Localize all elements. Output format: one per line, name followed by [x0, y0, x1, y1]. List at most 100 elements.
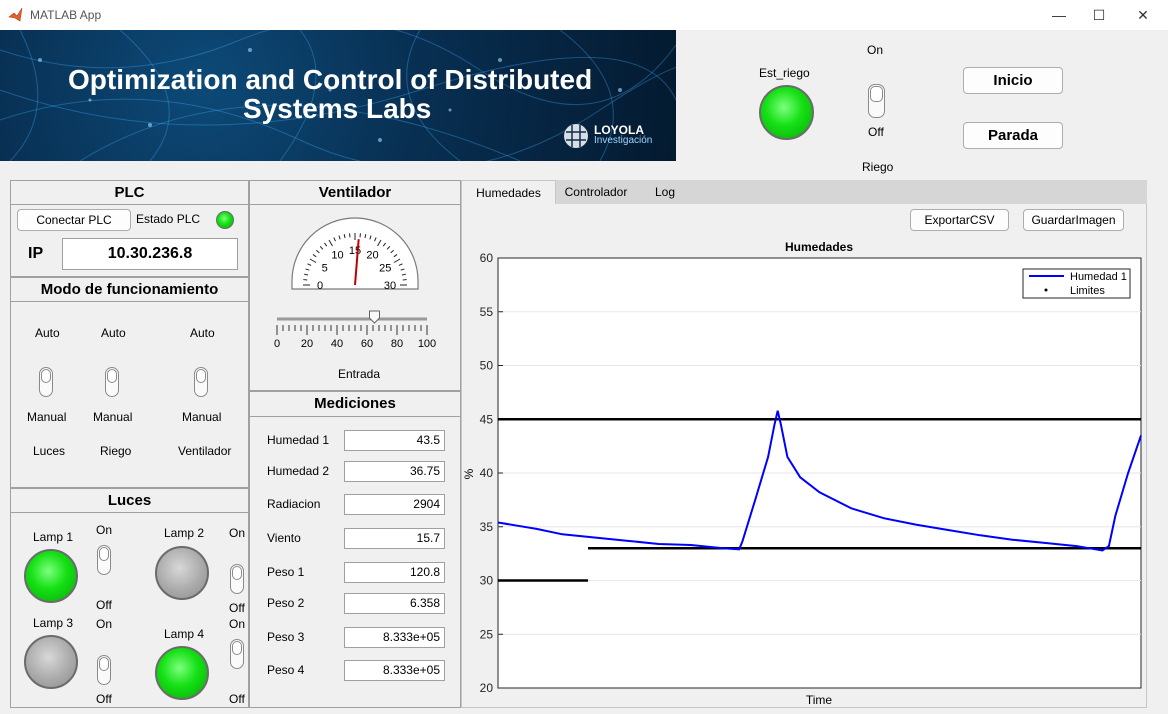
medicion-value-field[interactable]: 8.333e+05 [344, 627, 445, 648]
lamp1-off-label: Off [96, 598, 112, 612]
mediciones-panel-title: Mediciones [250, 392, 460, 417]
medicion-label: Peso 4 [267, 663, 305, 677]
gauge-tick-label: 20 [366, 250, 378, 262]
est-riego-lamp [759, 85, 814, 140]
luces-mode-manual-label: Manual [27, 410, 67, 424]
luces-mode-auto-label: Auto [35, 326, 60, 340]
banner-title-line2: Systems Labs [243, 93, 432, 124]
lamp3-indicator [24, 635, 78, 689]
banner-logo-sub: Investigación [594, 135, 653, 146]
entrada-slider[interactable]: 0 20 40 60 80 100 [272, 309, 440, 351]
slider-tick-label: 60 [361, 338, 373, 350]
modo-panel-title: Modo de funcionamiento [11, 278, 248, 302]
lamp3-off-label: Off [96, 692, 112, 706]
gauge-tick-label: 0 [317, 280, 323, 291]
tab-bar: Humedades Controlador Log [461, 180, 1147, 204]
gauge-tick-label: 15 [349, 245, 361, 257]
medicion-label: Peso 2 [267, 596, 305, 610]
legend-entry-humedad1: Humedad 1 [1070, 271, 1127, 283]
lamp3-on-label: On [96, 617, 113, 631]
slider-tick-label: 80 [391, 338, 403, 350]
y-tick-label: 55 [480, 305, 494, 319]
y-tick-label: 20 [480, 681, 494, 695]
inicio-button[interactable]: Inicio [963, 67, 1063, 94]
riego-switch-label: Riego [862, 160, 894, 174]
lamp1-on-label: On [96, 523, 113, 537]
connect-plc-button[interactable]: Conectar PLC [17, 209, 131, 231]
y-tick-label: 45 [480, 412, 494, 426]
luces-panel-title: Luces [11, 489, 248, 513]
slider-thumb[interactable] [369, 310, 380, 324]
slider-tick-label: 20 [301, 338, 313, 350]
ventilador-mode-manual-label: Manual [182, 410, 222, 424]
medicion-label: Humedad 2 [267, 464, 330, 478]
x-axis-label: Time [806, 693, 833, 707]
ventilador-mode-toggle[interactable] [194, 367, 208, 397]
chart-title: Humedades [785, 240, 853, 254]
ip-field[interactable]: 10.30.236.8 [62, 238, 238, 270]
y-axis-label: % [462, 468, 476, 479]
title-bar: MATLAB App — ☐ ✕ [0, 0, 1168, 30]
medicion-value-field[interactable]: 15.7 [344, 528, 445, 549]
slider-tick-label: 40 [331, 338, 343, 350]
mediciones-panel: Mediciones Humedad 1 43.5 Humedad 2 36.75 Ra… [249, 391, 461, 708]
tab-log[interactable]: Log [641, 180, 689, 204]
lamp2-on-label: On [229, 526, 246, 540]
gauge-tick-label: 30 [384, 280, 396, 291]
plc-panel-title: PLC [11, 181, 248, 205]
lamp1-label: Lamp 1 [33, 530, 74, 544]
lamp4-off-label: Off [229, 692, 245, 706]
legend-entry-limites: Limites [1070, 285, 1105, 297]
lamp3-toggle[interactable] [97, 655, 111, 685]
riego-mode-auto-label: Auto [101, 326, 126, 340]
y-tick-label: 30 [480, 574, 494, 588]
legend-dot-icon [1044, 288, 1048, 292]
banner-image: Optimization and Control of Distributed … [0, 30, 676, 161]
medicion-label: Peso 1 [267, 565, 305, 579]
lamp4-label: Lamp 4 [164, 627, 205, 641]
matlab-icon [8, 7, 23, 22]
lamp4-indicator [155, 646, 209, 700]
riego-mode-toggle[interactable] [105, 367, 119, 397]
tab-humedades[interactable]: Humedades [461, 180, 556, 204]
medicion-value-field[interactable]: 36.75 [344, 461, 445, 482]
ventilador-panel: Ventilador 0 5 10 15 20 25 30 0 20 40 60 80 100 Ent… [249, 180, 461, 391]
maximize-button[interactable]: ☐ [1076, 0, 1122, 30]
riego-switch-off-label: Off [868, 125, 884, 139]
y-tick-label: 35 [480, 520, 494, 534]
estado-plc-lamp [216, 211, 234, 229]
luces-mode-name: Luces [33, 444, 66, 458]
plc-panel: PLC Conectar PLC Estado PLC IP 10.30.236… [10, 180, 249, 277]
tab-controlador[interactable]: Controlador [556, 180, 636, 204]
window-title: MATLAB App [30, 8, 102, 22]
lamp2-toggle[interactable] [230, 564, 244, 594]
ip-label: IP [28, 245, 44, 262]
estado-plc-label: Estado PLC [136, 212, 201, 226]
medicion-value-field[interactable]: 43.5 [344, 430, 445, 451]
medicion-value-field[interactable]: 120.8 [344, 562, 445, 583]
loyola-globe-icon [564, 124, 588, 148]
medicion-label: Humedad 1 [267, 433, 330, 447]
gauge-tick-label: 5 [322, 263, 328, 275]
y-tick-label: 50 [480, 359, 494, 373]
entrada-slider-label: Entrada [338, 367, 381, 381]
slider-tick-label: 0 [274, 338, 280, 350]
medicion-label: Viento [267, 531, 301, 545]
export-csv-button[interactable]: ExportarCSV [910, 209, 1009, 231]
luces-panel: Luces Lamp 1 On Off Lamp 2 On Off Lamp 3… [10, 488, 249, 708]
medicion-label: Radiacion [267, 497, 321, 511]
medicion-value-field[interactable]: 6.358 [344, 593, 445, 614]
luces-mode-toggle[interactable] [39, 367, 53, 397]
lamp4-toggle[interactable] [230, 639, 244, 669]
medicion-value-field[interactable]: 2904 [344, 494, 445, 515]
gauge-tick-label: 25 [379, 263, 391, 275]
lamp2-indicator [155, 546, 209, 600]
ventilador-mode-name: Ventilador [178, 444, 232, 458]
close-button[interactable]: ✕ [1120, 0, 1166, 30]
medicion-value-field[interactable]: 8.333e+05 [344, 660, 445, 681]
lamp1-toggle[interactable] [97, 545, 111, 575]
save-image-button[interactable]: GuardarImagen [1023, 209, 1124, 231]
parada-button[interactable]: Parada [963, 122, 1063, 149]
lamp3-label: Lamp 3 [33, 616, 74, 630]
riego-toggle-switch[interactable] [868, 84, 885, 118]
